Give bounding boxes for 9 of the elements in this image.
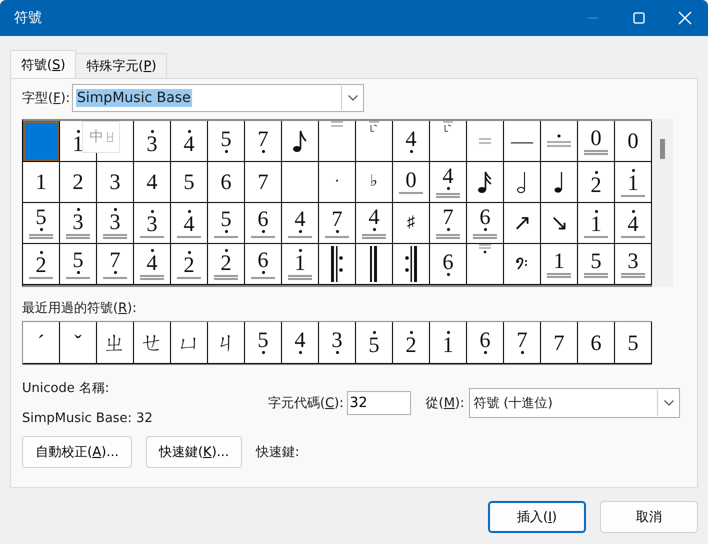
unicode-name-label: Unicode 名稱: (22, 380, 110, 397)
char-code-label: 字元代碼(C): (268, 395, 344, 412)
from-label: 從(M): (426, 395, 464, 412)
recent-symbols-label: 最近用過的符號(R): (22, 300, 138, 317)
font-label: 字型(F): (22, 90, 70, 107)
unicode-name-value: SimpMusic Base: 32 (22, 411, 154, 426)
ime-mode-tooltip: 中 (82, 121, 120, 153)
shortcut-key-label: 快速鍵: (256, 444, 300, 461)
window-title: 符號 (14, 9, 43, 27)
